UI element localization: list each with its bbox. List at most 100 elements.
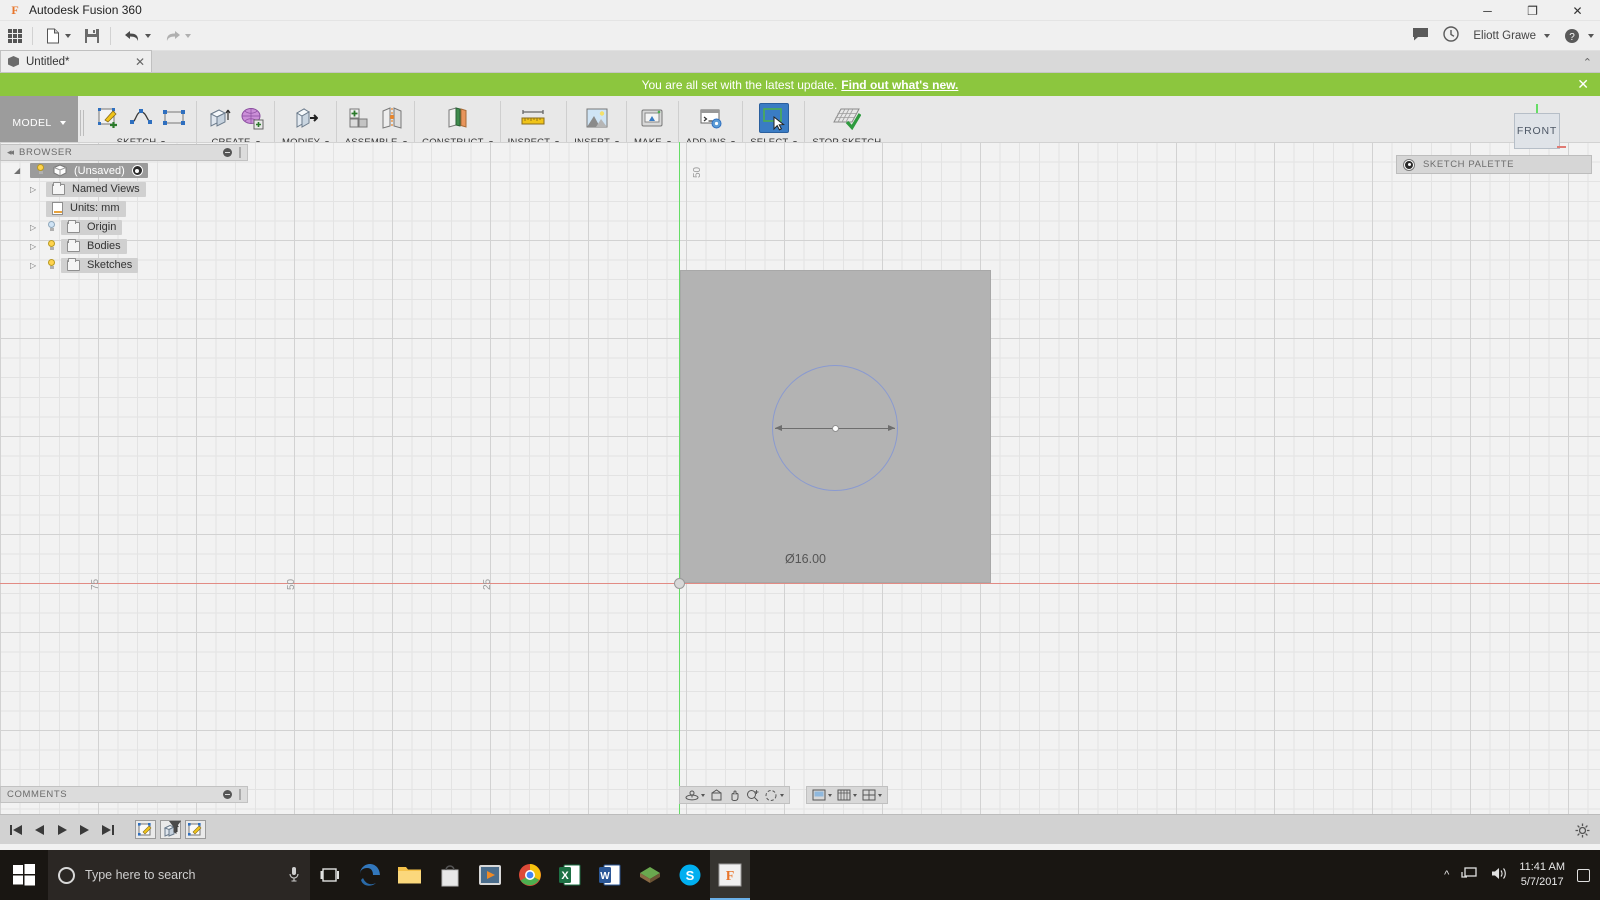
viewports-button[interactable]	[860, 788, 884, 803]
taskbar-app-edge[interactable]	[350, 850, 390, 900]
taskbar-app-fusion360[interactable]: F	[710, 850, 750, 900]
zoom-button[interactable]	[744, 788, 762, 803]
play-button[interactable]	[52, 820, 72, 840]
light-bulb-icon[interactable]	[46, 240, 57, 253]
apps-grid-button[interactable]	[3, 23, 27, 49]
browser-title: BROWSER	[19, 147, 73, 158]
search-box[interactable]: Type here to search	[48, 850, 310, 900]
minimize-button[interactable]: ─	[1465, 0, 1510, 21]
taskbar-app-chrome[interactable]	[510, 850, 550, 900]
panel-options-icon[interactable]	[223, 790, 232, 799]
browser-item-bodies[interactable]: ▷ Bodies	[0, 237, 248, 256]
browser-item-named-views[interactable]: ▷ Named Views	[0, 180, 248, 199]
job-status-clock-icon[interactable]	[1443, 26, 1460, 45]
close-icon[interactable]: ✕	[1577, 76, 1589, 93]
extrude-button[interactable]	[204, 103, 234, 133]
taskbar-app-store[interactable]	[430, 850, 470, 900]
expander-icon[interactable]: ▷	[30, 261, 42, 270]
circle-center-point[interactable]	[832, 425, 839, 432]
redo-button[interactable]	[159, 23, 196, 49]
browser-item-units[interactable]: Units: mm	[0, 199, 248, 218]
save-button[interactable]	[79, 23, 105, 49]
go-to-end-button[interactable]	[98, 820, 118, 840]
volume-icon[interactable]	[1490, 866, 1507, 884]
stop-sketch-button[interactable]	[832, 103, 862, 133]
close-button[interactable]: ✕	[1555, 0, 1600, 21]
light-bulb-icon[interactable]	[35, 164, 46, 177]
help-menu[interactable]: ?	[1564, 28, 1594, 44]
new-component-button[interactable]	[344, 103, 374, 133]
taskbar-app-media-player[interactable]	[470, 850, 510, 900]
grid-snaps-button[interactable]	[835, 788, 859, 803]
task-view-button[interactable]	[310, 850, 350, 900]
chevron-up-icon[interactable]: ⌃	[1583, 56, 1592, 69]
taskbar-app-excel[interactable]: X	[550, 850, 590, 900]
search-input[interactable]: Type here to search	[85, 868, 278, 882]
display-settings-button[interactable]	[810, 788, 834, 803]
zoom-icon	[747, 789, 759, 801]
microphone-icon[interactable]	[288, 866, 300, 885]
expander-icon[interactable]: ▷	[30, 185, 42, 194]
joint-button[interactable]	[377, 103, 407, 133]
spline-button[interactable]	[126, 103, 156, 133]
view-cube[interactable]: FRONT	[1514, 113, 1560, 149]
panel-options-icon[interactable]	[223, 148, 232, 157]
go-to-beginning-button[interactable]	[6, 820, 26, 840]
panel-grip[interactable]	[239, 147, 241, 158]
create-form-button[interactable]	[237, 103, 267, 133]
clock-date: 5/7/2017	[1520, 876, 1564, 888]
pan-button[interactable]	[726, 788, 743, 803]
document-tab[interactable]: Untitled* ✕	[0, 50, 152, 72]
sketch-palette-panel[interactable]: SKETCH PALETTE	[1396, 155, 1592, 174]
timeline-settings-button[interactable]	[1575, 823, 1590, 841]
origin-point[interactable]	[674, 578, 685, 589]
whats-new-link[interactable]: Find out what's new.	[841, 78, 958, 92]
look-at-button[interactable]	[708, 788, 725, 803]
expander-icon[interactable]: ◢	[14, 166, 26, 175]
new-file-button[interactable]	[41, 23, 76, 49]
diameter-dimension-label[interactable]: Ø16.00	[785, 552, 826, 566]
step-back-button[interactable]	[29, 820, 49, 840]
timeline-feature-sketch[interactable]	[135, 820, 156, 839]
tray-expand-chevron-icon[interactable]: ^	[1444, 869, 1449, 881]
comments-panel[interactable]: COMMENTS	[0, 786, 248, 803]
light-bulb-icon[interactable]	[46, 259, 57, 272]
rectangle-button[interactable]	[159, 103, 189, 133]
light-bulb-icon[interactable]	[46, 221, 57, 234]
taskbar-app-minecraft[interactable]	[630, 850, 670, 900]
browser-item-origin[interactable]: ▷ Origin	[0, 218, 248, 237]
panel-grip[interactable]	[239, 789, 241, 800]
measure-button[interactable]	[518, 103, 548, 133]
action-center-icon[interactable]	[1577, 868, 1590, 882]
browser-item-sketches[interactable]: ▷ Sketches	[0, 256, 248, 275]
undo-button[interactable]	[119, 23, 156, 49]
user-menu[interactable]: Eliott Grawe	[1473, 30, 1550, 42]
look-at-icon	[711, 788, 722, 800]
browser-item-unsaved[interactable]: ◢ (Unsaved)	[0, 161, 248, 180]
maximize-button[interactable]: ❐	[1510, 0, 1555, 21]
timeline-feature-sketch-2[interactable]	[185, 820, 206, 839]
chat-icon[interactable]	[1412, 27, 1429, 45]
clock[interactable]: 11:41 AM 5/7/2017	[1519, 860, 1565, 890]
orbit-button[interactable]	[683, 788, 707, 803]
3d-print-button[interactable]	[637, 103, 667, 133]
select-window-button[interactable]	[758, 103, 789, 133]
step-forward-button[interactable]	[75, 820, 95, 840]
scripts-addins-button[interactable]	[696, 103, 726, 133]
press-pull-button[interactable]	[291, 103, 321, 133]
insert-image-button[interactable]	[582, 103, 612, 133]
create-sketch-button[interactable]	[93, 103, 123, 133]
expander-icon[interactable]: ▷	[30, 242, 42, 251]
start-button[interactable]	[0, 850, 48, 900]
close-icon[interactable]: ✕	[135, 55, 145, 69]
taskbar-app-skype[interactable]: S	[670, 850, 710, 900]
expander-icon[interactable]: ▷	[30, 223, 42, 232]
network-icon[interactable]	[1461, 866, 1478, 884]
double-chevron-left-icon[interactable]: ◂◂	[7, 147, 14, 158]
taskbar-app-file-explorer[interactable]	[390, 850, 430, 900]
panel-options-icon[interactable]	[1404, 159, 1414, 170]
fit-button[interactable]	[763, 788, 786, 803]
offset-plane-button[interactable]	[442, 103, 472, 133]
taskbar-app-word[interactable]: W	[590, 850, 630, 900]
activate-component-radio[interactable]	[131, 165, 143, 176]
